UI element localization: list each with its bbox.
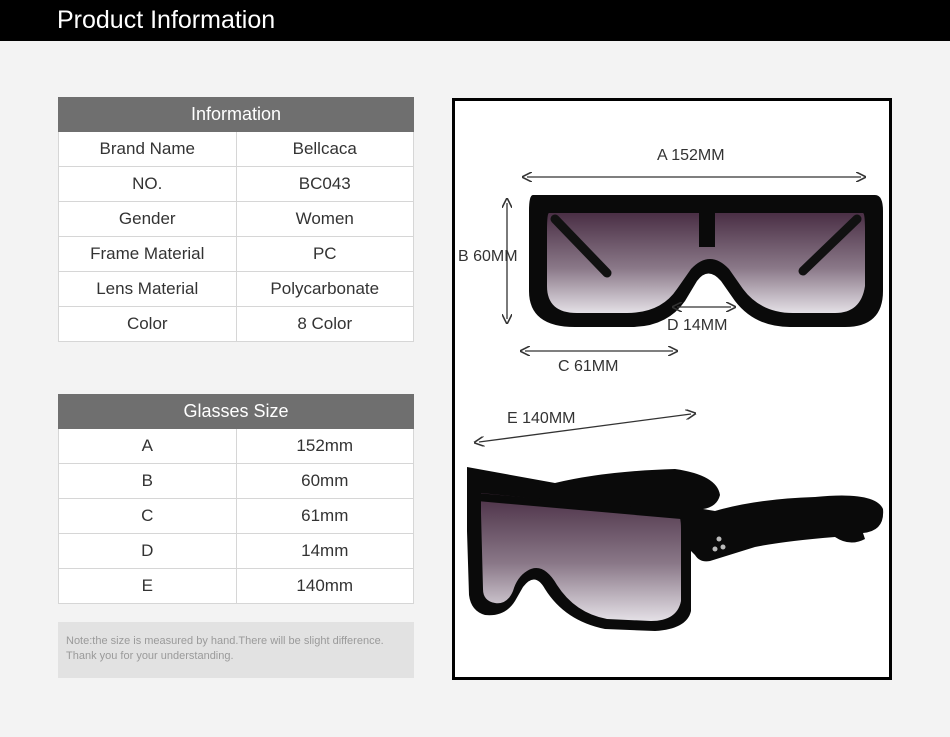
row-label: A (58, 428, 237, 464)
row-label: E (58, 568, 237, 604)
table-row: Gender Women (58, 201, 414, 237)
row-value: BC043 (235, 166, 414, 202)
table-row: C 61mm (58, 498, 414, 534)
dimension-b-label: B 60MM (458, 248, 518, 265)
note-line: Note:the size is measured by hand.There … (66, 635, 384, 647)
glasses-size-table: Glasses Size A 152mm B 60mm C 61mm D 14m… (58, 394, 414, 604)
row-value: Bellcaca (235, 131, 414, 167)
row-value: 8 Color (235, 306, 414, 342)
dimension-c-label: C 61MM (558, 358, 618, 375)
row-label: Frame Material (58, 236, 237, 272)
glasses-size-table-title: Glasses Size (58, 394, 414, 429)
row-label: Lens Material (58, 271, 237, 307)
table-row: A 152mm (58, 428, 414, 464)
row-label: Gender (58, 201, 237, 237)
information-table-title: Information (58, 97, 414, 132)
table-row: Lens Material Polycarbonate (58, 271, 414, 307)
dimension-e-label: E 140MM (507, 410, 575, 427)
row-label: B (58, 463, 237, 499)
row-label: C (58, 498, 237, 534)
note-line: Thank you for your understanding. (66, 650, 234, 662)
dimension-d-label: D 14MM (667, 317, 727, 334)
measurement-note: Note:the size is measured by hand.There … (58, 622, 414, 678)
table-row: E 140mm (58, 568, 414, 604)
sunglasses-dimension-diagram: A 152MM B 60MM C 61MM D 14MM E 140MM (452, 98, 892, 680)
row-value: 60mm (235, 463, 414, 499)
row-value: 140mm (235, 568, 414, 604)
dimension-a-label: A 152MM (657, 147, 725, 164)
row-label: Brand Name (58, 131, 237, 167)
table-row: Brand Name Bellcaca (58, 131, 414, 167)
table-row: Frame Material PC (58, 236, 414, 272)
row-label: Color (58, 306, 237, 342)
table-row: NO. BC043 (58, 166, 414, 202)
row-label: NO. (58, 166, 237, 202)
row-label: D (58, 533, 237, 569)
row-value: 152mm (235, 428, 414, 464)
row-value: 14mm (235, 533, 414, 569)
row-value: Women (235, 201, 414, 237)
table-row: D 14mm (58, 533, 414, 569)
row-value: Polycarbonate (235, 271, 414, 307)
header-bar: Product Information (0, 0, 950, 41)
page-title: Product Information (57, 6, 276, 34)
information-table: Information Brand Name Bellcaca NO. BC04… (58, 97, 414, 342)
table-row: B 60mm (58, 463, 414, 499)
table-row: Color 8 Color (58, 306, 414, 342)
angled-view-sunglasses (467, 467, 884, 631)
row-value: 61mm (235, 498, 414, 534)
row-value: PC (235, 236, 414, 272)
